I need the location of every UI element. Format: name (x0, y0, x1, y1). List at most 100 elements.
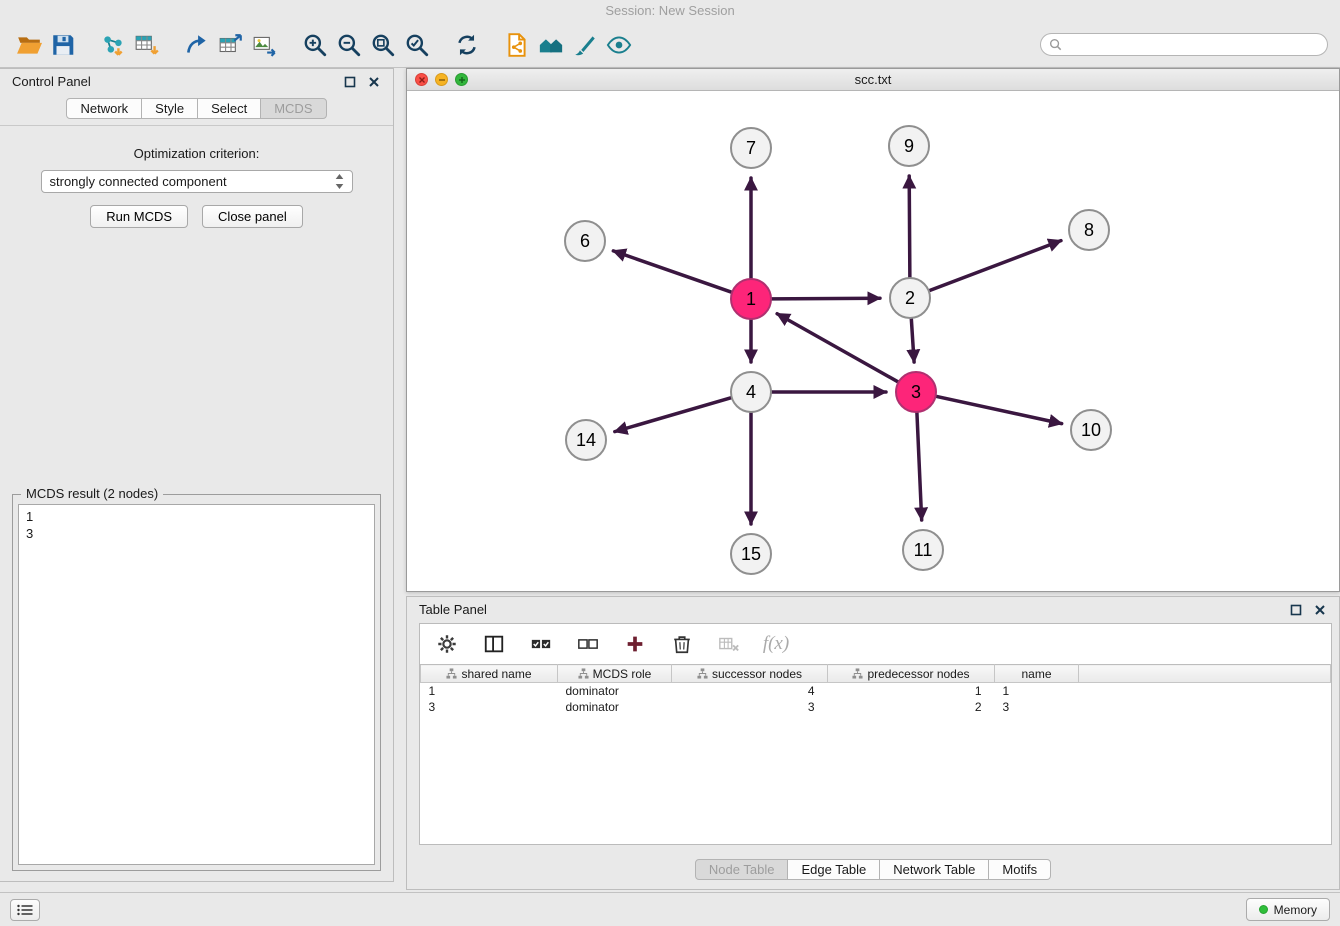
graph-node-3[interactable]: 3 (895, 371, 937, 413)
cell-name[interactable]: 3 (995, 699, 1079, 715)
tab-network-table[interactable]: Network Table (879, 859, 989, 880)
window-close-icon[interactable] (415, 73, 428, 86)
close-panel-button[interactable]: Close panel (202, 205, 303, 228)
export-image-icon[interactable] (248, 28, 282, 62)
zoom-in-icon[interactable] (298, 28, 332, 62)
graph-canvas[interactable]: 7 9 6 8 1 2 4 3 14 10 15 11 (407, 91, 1339, 591)
mcds-result-title: MCDS result (2 nodes) (21, 486, 163, 501)
import-network-icon[interactable] (96, 28, 130, 62)
graph-node-7[interactable]: 7 (730, 127, 772, 169)
graph-edge-1-2[interactable] (772, 298, 880, 299)
cell-shared-name[interactable]: 3 (421, 699, 558, 715)
column-header-empty (1079, 665, 1331, 683)
deselect-all-icon[interactable] (575, 631, 601, 657)
window-zoom-icon[interactable] (455, 73, 468, 86)
graph-node-1[interactable]: 1 (730, 278, 772, 320)
tab-select[interactable]: Select (197, 98, 261, 119)
search-box[interactable] (1040, 33, 1328, 56)
delete-column-icon[interactable] (669, 631, 695, 657)
search-input[interactable] (1067, 36, 1319, 53)
criterion-select[interactable]: strongly connected component (41, 170, 353, 193)
export-table-icon[interactable] (214, 28, 248, 62)
control-panel-title: Control Panel (12, 74, 333, 89)
zoom-selected-icon[interactable] (400, 28, 434, 62)
cell-successor-nodes[interactable]: 4 (672, 683, 828, 699)
table-row[interactable]: 1 dominator 4 1 1 (421, 683, 1331, 699)
tab-style[interactable]: Style (141, 98, 198, 119)
graph-node-10[interactable]: 10 (1070, 409, 1112, 451)
cell-shared-name[interactable]: 1 (421, 683, 558, 699)
graph-edge-3-11[interactable] (917, 413, 922, 520)
graph-node-15[interactable]: 15 (730, 533, 772, 575)
tab-node-table[interactable]: Node Table (695, 859, 789, 880)
zoom-fit-icon[interactable] (366, 28, 400, 62)
close-panel-icon[interactable] (367, 75, 381, 89)
column-header-successor-nodes[interactable]: successor nodes (672, 665, 828, 683)
graph-edge-1-6[interactable] (613, 251, 731, 292)
cell-mcds-role[interactable]: dominator (558, 699, 672, 715)
select-all-icon[interactable] (528, 631, 554, 657)
cell-successor-nodes[interactable]: 3 (672, 699, 828, 715)
import-table-icon[interactable] (130, 28, 164, 62)
add-column-icon[interactable] (622, 631, 648, 657)
cell-mcds-role[interactable]: dominator (558, 683, 672, 699)
cell-predecessor-nodes[interactable]: 1 (828, 683, 995, 699)
cell-predecessor-nodes[interactable]: 2 (828, 699, 995, 715)
column-header-name[interactable]: name (995, 665, 1079, 683)
open-folder-icon[interactable] (12, 28, 46, 62)
close-table-panel-icon[interactable] (1313, 603, 1327, 617)
show-columns-icon[interactable] (481, 631, 507, 657)
delete-table-icon[interactable] (716, 631, 742, 657)
table-row[interactable]: 3 dominator 3 2 3 (421, 699, 1331, 715)
criterion-value: strongly connected component (50, 174, 335, 189)
style-paint-icon[interactable] (568, 28, 602, 62)
tab-network[interactable]: Network (66, 98, 142, 119)
table-panel-title: Table Panel (419, 602, 1279, 617)
table-toolbar: f(x) (420, 624, 1331, 664)
first-neighbors-icon[interactable] (534, 28, 568, 62)
window-minimize-icon[interactable] (435, 73, 448, 86)
column-header-shared-name[interactable]: shared name (421, 665, 558, 683)
column-type-icon (578, 668, 589, 679)
graph-node-11[interactable]: 11 (902, 529, 944, 571)
memory-button[interactable]: Memory (1246, 898, 1330, 921)
eye-icon[interactable] (602, 28, 636, 62)
graph-edges-svg (407, 91, 1339, 591)
table-settings-icon[interactable] (434, 631, 460, 657)
tab-edge-table[interactable]: Edge Table (787, 859, 880, 880)
float-table-panel-icon[interactable] (1289, 603, 1303, 617)
column-header-predecessor-nodes[interactable]: predecessor nodes (828, 665, 995, 683)
graph-node-8[interactable]: 8 (1068, 209, 1110, 251)
graph-node-9[interactable]: 9 (888, 125, 930, 167)
graph-node-4[interactable]: 4 (730, 371, 772, 413)
graph-node-6[interactable]: 6 (564, 220, 606, 262)
graph-node-2[interactable]: 2 (889, 277, 931, 319)
optimization-criterion-label: Optimization criterion: (0, 146, 393, 161)
panels-list-button[interactable] (10, 899, 40, 921)
share-document-icon[interactable] (500, 28, 534, 62)
main-toolbar (0, 22, 1340, 68)
graph-edge-3-1[interactable] (777, 314, 898, 382)
graph-node-14[interactable]: 14 (565, 419, 607, 461)
tab-mcds[interactable]: MCDS (260, 98, 326, 119)
refresh-icon[interactable] (450, 28, 484, 62)
mcds-result-list[interactable]: 1 3 (18, 504, 375, 865)
column-header-mcds-role[interactable]: MCDS role (558, 665, 672, 683)
table-header-row: shared name MCDS role successor nodes pr… (421, 665, 1331, 683)
zoom-out-icon[interactable] (332, 28, 366, 62)
graph-edge-4-14[interactable] (615, 398, 731, 432)
function-builder-icon[interactable]: f(x) (763, 631, 789, 657)
float-panel-icon[interactable] (343, 75, 357, 89)
cell-name[interactable]: 1 (995, 683, 1079, 699)
save-icon[interactable] (46, 28, 80, 62)
graph-edge-3-10[interactable] (937, 396, 1062, 423)
search-icon (1049, 38, 1062, 51)
graph-edge-2-3[interactable] (911, 319, 914, 362)
window-title: Session: New Session (0, 0, 1340, 22)
tab-motifs[interactable]: Motifs (988, 859, 1051, 880)
graph-edge-2-8[interactable] (930, 241, 1061, 291)
apply-layout-icon[interactable] (180, 28, 214, 62)
graph-edge-2-9[interactable] (909, 176, 910, 277)
mcds-result-value: 1 (26, 508, 367, 525)
run-mcds-button[interactable]: Run MCDS (90, 205, 188, 228)
